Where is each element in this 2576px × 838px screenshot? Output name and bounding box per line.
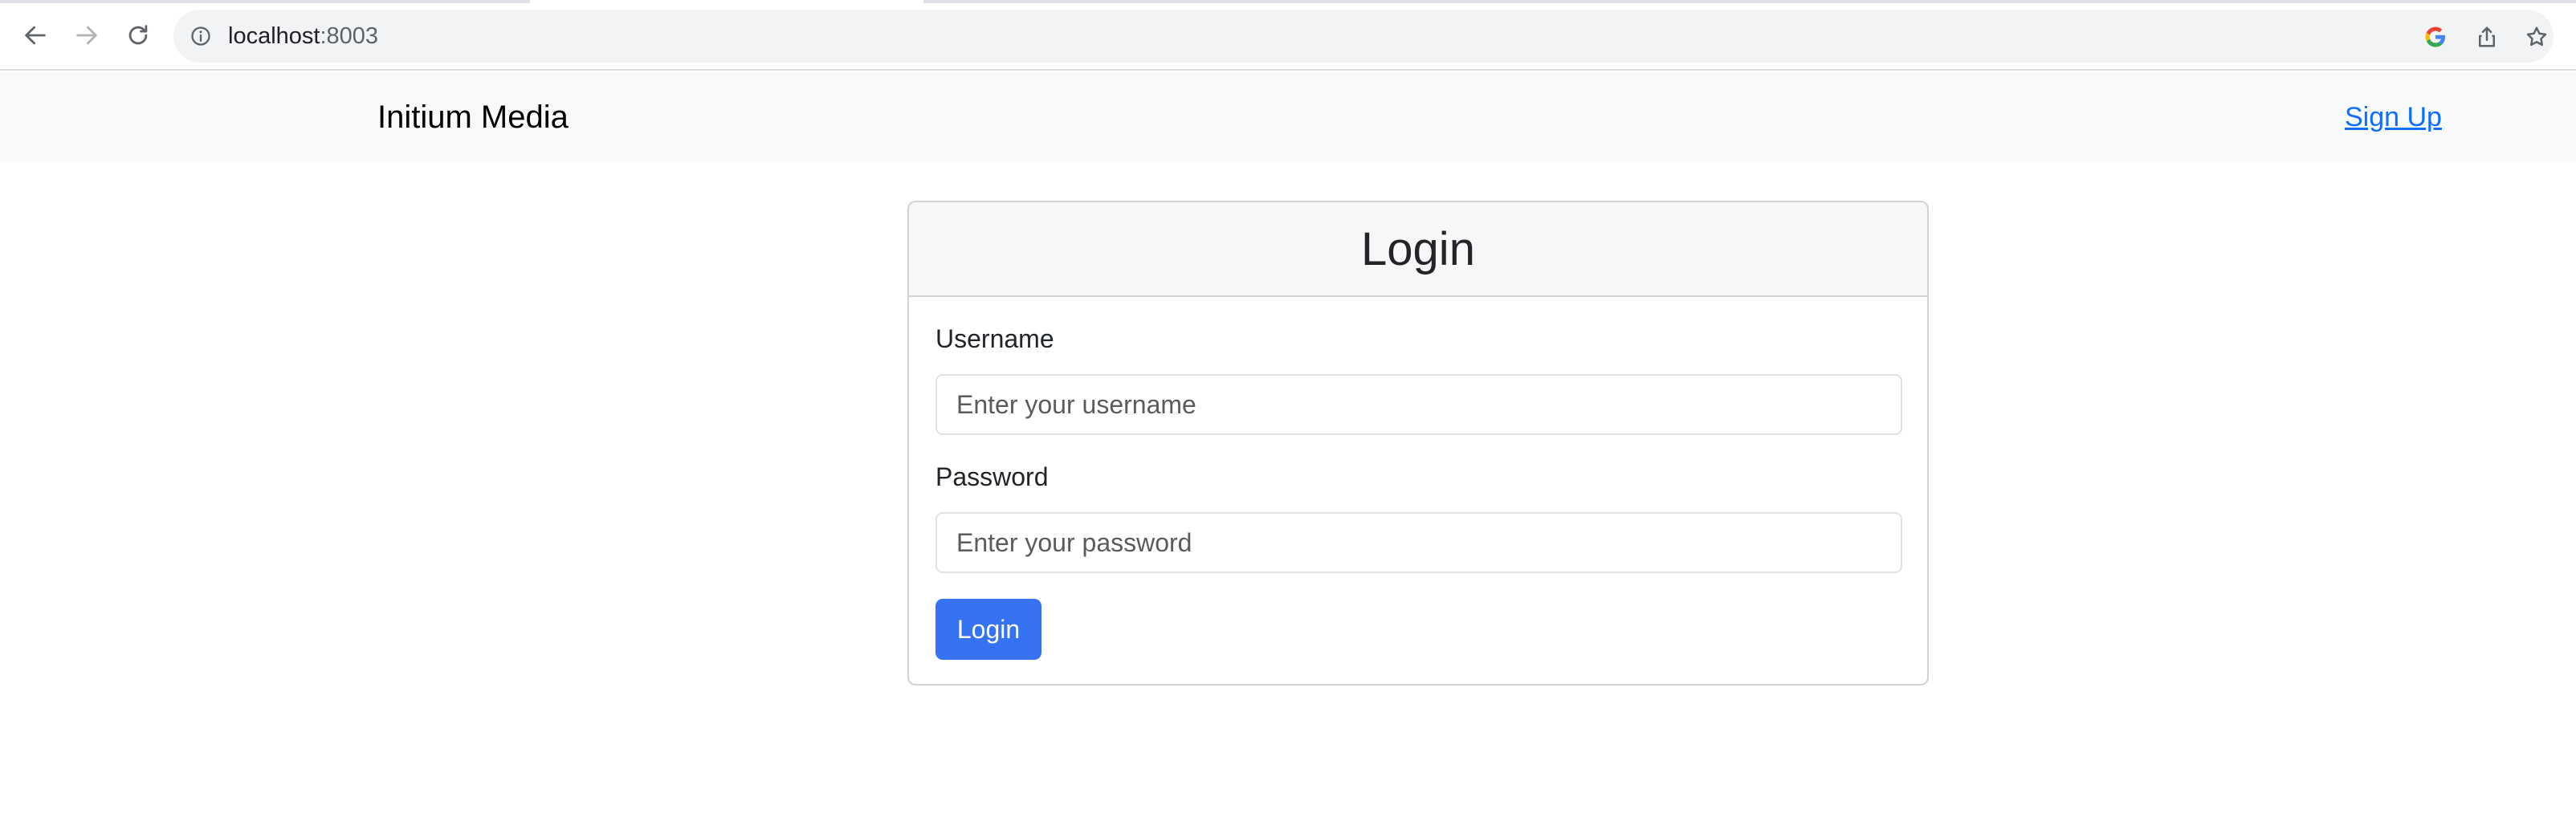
card-header: Login	[909, 202, 1927, 297]
tab-strip-hint	[923, 0, 2576, 3]
google-g-icon[interactable]	[2422, 23, 2449, 51]
share-icon[interactable]	[2473, 23, 2501, 51]
back-button[interactable]	[16, 16, 55, 55]
brand-link[interactable]: Initium Media	[377, 72, 569, 162]
password-label: Password	[935, 462, 1049, 491]
password-input[interactable]	[935, 512, 1902, 573]
info-circle-icon[interactable]	[188, 23, 214, 49]
username-input[interactable]	[935, 374, 1902, 435]
tab-strip-hint	[0, 0, 530, 3]
reload-icon	[128, 25, 148, 45]
signup-link[interactable]: Sign Up	[2345, 72, 2442, 162]
login-card: Login Username Password Login	[907, 201, 1929, 685]
app-navbar: Initium Media Sign Up	[0, 72, 2576, 162]
arrow-left-icon	[25, 26, 46, 45]
forward-button[interactable]	[67, 16, 106, 55]
url-host: localhost	[228, 23, 320, 49]
username-label: Username	[935, 324, 1054, 353]
star-icon[interactable]	[2523, 23, 2550, 51]
url-port: :8003	[320, 23, 379, 49]
url-text[interactable]: localhost:8003	[228, 10, 378, 63]
reload-button[interactable]	[119, 16, 157, 55]
arrow-right-icon	[76, 26, 97, 45]
address-bar[interactable]: localhost:8003	[173, 10, 2554, 63]
login-button[interactable]: Login	[935, 599, 1041, 660]
browser-toolbar: localhost:8003	[0, 0, 2576, 71]
page-title: Login	[1361, 222, 1475, 275]
